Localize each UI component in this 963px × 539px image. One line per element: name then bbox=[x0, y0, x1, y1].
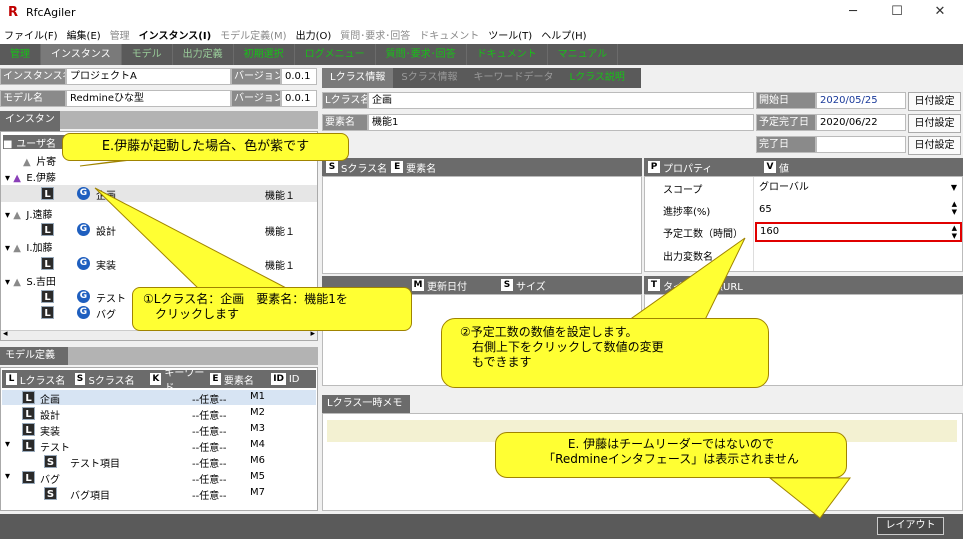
callout-click-lclass: ①Lクラス名：企画 要素名：機能1を クリックします bbox=[132, 287, 412, 331]
callout-not-leader: E. 伊藤はチームリーダーではないので 「Redmineインタフェース」は表示さ… bbox=[495, 432, 847, 478]
callout-2-pointer bbox=[94, 187, 291, 291]
callout-2-line2: クリックします bbox=[155, 307, 240, 321]
callout-3-line2: 右側上下をクリックして数値の変更 bbox=[472, 340, 664, 354]
callout-3-line1: ②予定工数の数値を設定します。 bbox=[460, 325, 638, 339]
callout-purple-color: E.伊藤が起動した場合、色が紫です bbox=[62, 133, 349, 161]
callout-3-pointer bbox=[613, 237, 746, 331]
callout-4-pointer bbox=[768, 477, 851, 519]
callout-set-estimate: ②予定工数の数値を設定します。 右側上下をクリックして数値の変更 もできます bbox=[441, 318, 769, 388]
callout-2-line1: ①Lクラス名：企画 要素名：機能1を bbox=[143, 292, 348, 306]
callout-3-line3: もできます bbox=[472, 355, 532, 369]
callout-4-line2: 「Redmineインタフェース」は表示されません bbox=[543, 452, 799, 466]
callout-4-line1: E. 伊藤はチームリーダーではないので bbox=[567, 437, 775, 451]
